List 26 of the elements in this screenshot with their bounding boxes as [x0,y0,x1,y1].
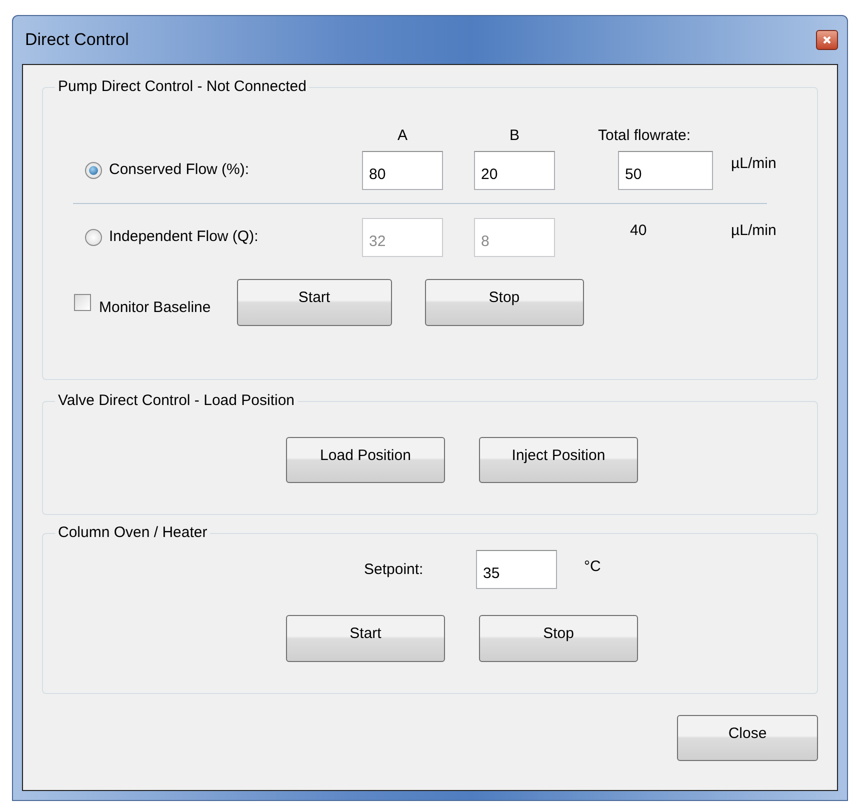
input-field[interactable]: 20 [474,150,555,190]
radio-label[interactable]: Conserved Flow (%): [109,158,250,182]
inject-position-button[interactable]: Inject Position [479,437,638,483]
column-label: A [397,126,408,146]
radio-button[interactable] [85,162,102,178]
close-icon[interactable] [816,30,838,50]
load-position-button[interactable]: Load Position [286,437,445,483]
column-label: Total flowrate: [598,126,691,146]
unit-label: °C [584,557,601,577]
unit-label: µL/min [731,154,778,174]
setpoint-field[interactable]: 35 [476,550,557,589]
start-button[interactable]: Start [236,278,392,326]
stop-button[interactable]: Stop [424,278,584,326]
unit-label: µL/min [731,220,778,241]
checkbox-label[interactable]: Monitor Baseline [99,296,211,320]
column-label: B [509,126,520,146]
input-field[interactable]: 80 [362,150,443,190]
group-title: Pump Direct Control - Not Connected [55,77,310,97]
stop-button[interactable]: Stop [479,615,638,662]
window-title: Direct Control [24,29,129,52]
checkbox[interactable] [74,294,91,310]
setpoint-label: Setpoint: [364,560,424,580]
flowrate-value: 40 [629,220,648,241]
start-button[interactable]: Start [286,615,445,662]
close-button[interactable]: Close [677,715,818,761]
input-field[interactable]: 50 [618,150,713,190]
